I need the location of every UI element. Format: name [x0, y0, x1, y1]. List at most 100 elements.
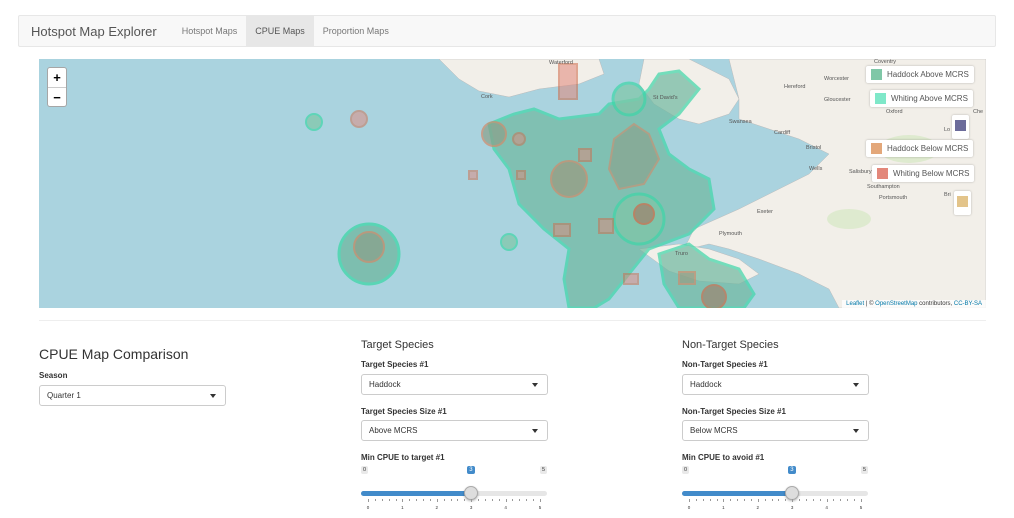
tab-cpue-maps[interactable]: CPUE Maps: [246, 16, 314, 46]
slider-tick-label: 0: [687, 505, 691, 510]
chevron-down-icon: [853, 429, 859, 433]
slider-tick-label: 1: [401, 505, 404, 510]
slider-min-label: 0: [361, 466, 369, 474]
target-cpue-label: Min CPUE to target #1: [361, 453, 445, 462]
slider-tick: [812, 499, 814, 501]
nontarget-species-label: Non-Target Species #1: [682, 360, 768, 369]
slider-tick-label: 2: [756, 505, 760, 510]
slider-tick-label: 2: [435, 505, 439, 510]
navbar: Hotspot Map Explorer Hotspot Maps CPUE M…: [18, 15, 996, 47]
slider-tick: [730, 499, 732, 501]
tab-proportion-maps[interactable]: Proportion Maps: [314, 16, 398, 46]
legend-swatch: [871, 69, 882, 80]
slider-value-label: 3: [467, 466, 475, 474]
legend-label: Whiting Below MCRS: [893, 169, 970, 178]
nontarget-species-heading: Non-Target Species: [682, 339, 779, 351]
slider-tick: [771, 499, 773, 501]
license-link[interactable]: CC-BY-SA: [954, 301, 982, 307]
attribution-sep: | ©: [864, 301, 876, 307]
target-species-select[interactable]: Haddock: [361, 374, 548, 395]
slider-tick: [409, 499, 411, 501]
slider-tick: [819, 499, 821, 501]
slider-tick: [429, 499, 431, 501]
chevron-down-icon: [532, 429, 538, 433]
slider-tick: [512, 499, 514, 501]
attribution-text: contributors,: [917, 301, 954, 307]
slider-tick: [778, 499, 780, 501]
osm-link[interactable]: OpenStreetMap: [875, 301, 917, 307]
slider-tick-label: 0: [366, 505, 370, 510]
place-label: Waterford: [549, 60, 573, 66]
chevron-down-icon: [853, 383, 859, 387]
nontarget-size-select[interactable]: Below MCRS: [682, 420, 869, 441]
zoom-in-button[interactable]: +: [48, 68, 66, 87]
nontarget-size-label: Non-Target Species Size #1: [682, 407, 786, 416]
slider-max-label: 5: [860, 466, 868, 474]
slider-tick-label: 4: [504, 505, 507, 510]
zoom-out-button[interactable]: −: [48, 87, 66, 106]
nontarget-species-select[interactable]: Haddock: [682, 374, 869, 395]
nontarget-cpue-slider[interactable]: 0 5 3 0 1 2 3 4 5: [682, 466, 868, 510]
tab-hotspot-maps[interactable]: Hotspot Maps: [173, 16, 247, 46]
slider-tick: [381, 499, 383, 501]
nontarget-species-value: Haddock: [690, 380, 722, 389]
legend-mixed-1: [952, 115, 969, 139]
slider-handle[interactable]: [785, 486, 800, 500]
slider-tick: [750, 499, 752, 501]
legend-label: Whiting Above MCRS: [891, 94, 968, 103]
slider-value-label: 3: [788, 466, 796, 474]
app-brand[interactable]: Hotspot Map Explorer: [19, 16, 173, 46]
slider-tick: [505, 499, 507, 502]
place-label: Hereford: [784, 84, 806, 90]
slider-tick: [402, 499, 404, 502]
legend-whiting-below: Whiting Below MCRS: [872, 165, 975, 182]
slider-tick: [478, 499, 480, 501]
legend-haddock-above: Haddock Above MCRS: [866, 66, 974, 83]
slider-max-label: 5: [539, 466, 547, 474]
slider-tick: [450, 499, 452, 501]
place-label: St David's: [653, 95, 678, 101]
slider-tick: [436, 499, 438, 502]
season-select[interactable]: Quarter 1: [39, 385, 226, 406]
place-label: Plymouth: [719, 231, 742, 237]
chevron-down-icon: [532, 383, 538, 387]
slider-tick: [540, 499, 541, 502]
leaflet-link[interactable]: Leaflet: [846, 301, 864, 307]
legend-swatch: [955, 120, 966, 131]
legend-swatch: [957, 196, 968, 207]
target-species-value: Haddock: [369, 380, 401, 389]
slider-tick: [723, 499, 725, 502]
slider-ticks: 0 1 2 3 4 5: [682, 499, 868, 510]
slider-tick: [833, 499, 835, 501]
slider-handle[interactable]: [464, 486, 479, 500]
slider-tick: [443, 499, 445, 501]
cpue-map[interactable]: Waterford Cork St David's Hereford Worce…: [39, 59, 986, 308]
legend-swatch: [875, 93, 886, 104]
legend-swatch: [871, 143, 882, 154]
legend-mixed-2: [954, 191, 971, 215]
slider-ticks: 0 1 2 3 4 5: [361, 499, 547, 510]
slider-tick-label: 5: [859, 505, 863, 510]
place-label: Salisbury: [849, 169, 872, 175]
place-label: Truro: [675, 251, 688, 257]
slider-tick: [423, 499, 425, 501]
place-label: Gloucester: [824, 97, 851, 103]
place-label: Southampton: [867, 184, 900, 190]
slider-tick-label: 3: [469, 505, 473, 510]
slider-tick: [854, 499, 856, 501]
map-attribution: Leaflet | © OpenStreetMap contributors, …: [842, 300, 986, 308]
place-label: Che: [973, 109, 984, 115]
slider-tick: [847, 499, 849, 501]
legend-whiting-above: Whiting Above MCRS: [870, 90, 973, 107]
target-species-heading: Target Species: [361, 339, 434, 351]
slider-tick: [491, 499, 493, 501]
target-cpue-slider[interactable]: 0 5 3 0 1 2 3 4 5: [361, 466, 547, 510]
slider-tick-label: 1: [722, 505, 725, 510]
slider-tick: [799, 499, 801, 501]
nontarget-cpue-label: Min CPUE to avoid #1: [682, 453, 765, 462]
target-size-select[interactable]: Above MCRS: [361, 420, 548, 441]
nontarget-size-value: Below MCRS: [690, 426, 738, 435]
divider: [39, 320, 986, 321]
slider-tick: [805, 499, 807, 501]
zoom-control: + −: [47, 67, 67, 107]
